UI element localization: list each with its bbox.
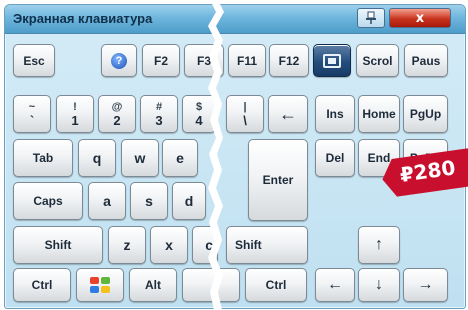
key-1[interactable]: ! 1 (56, 95, 94, 133)
key-a[interactable]: a (88, 182, 126, 220)
key-ctrl-left[interactable]: Ctrl (13, 268, 71, 302)
key-caps-lock[interactable]: Caps (13, 182, 83, 220)
screenshot-icon (323, 53, 341, 68)
key-esc[interactable]: Esc (13, 44, 55, 77)
key-home[interactable]: Home (358, 95, 400, 133)
key-backspace[interactable]: ← (268, 95, 308, 133)
key-3[interactable]: # 3 (140, 95, 178, 133)
key-ctrl-right[interactable]: Ctrl (245, 268, 307, 302)
key-c[interactable]: c (192, 226, 218, 264)
key-z[interactable]: z (108, 226, 146, 264)
key-x[interactable]: x (150, 226, 188, 264)
close-icon: x (415, 10, 425, 26)
key-2[interactable]: @ 2 (98, 95, 136, 133)
key-scroll-lock[interactable]: Scrol (356, 44, 399, 77)
title-bar[interactable]: Экранная клавиатура x (5, 5, 465, 34)
pin-icon (366, 11, 376, 24)
key-enter[interactable]: Enter (248, 139, 308, 221)
key-4-label: 4 (195, 113, 203, 128)
key-arrow-down[interactable]: ↓ (358, 268, 400, 302)
windows-logo-icon (89, 276, 111, 294)
key-4[interactable]: $ 4 (182, 95, 216, 133)
key-insert[interactable]: Ins (315, 95, 355, 133)
key-f2[interactable]: F2 (142, 44, 180, 77)
key-screenshot[interactable] (313, 44, 351, 77)
key-f12[interactable]: F12 (269, 44, 309, 77)
key-s[interactable]: s (130, 182, 168, 220)
key-arrow-right[interactable]: → (403, 268, 448, 302)
window-title: Экранная клавиатура (13, 11, 153, 26)
key-shift-right[interactable]: Shift (226, 226, 308, 264)
key-delete[interactable]: Del (315, 139, 355, 177)
key-q[interactable]: q (78, 139, 116, 177)
key-2-label: 2 (113, 113, 121, 128)
close-button[interactable]: x (389, 8, 451, 28)
key-pause[interactable]: Paus (404, 44, 448, 77)
key-shift-left[interactable]: Shift (13, 226, 103, 264)
key-f3[interactable]: F3 (184, 44, 224, 77)
key-w[interactable]: w (121, 139, 159, 177)
key-1-label: 1 (71, 113, 79, 128)
key-windows[interactable] (76, 268, 124, 302)
key-help[interactable]: ? (101, 44, 137, 77)
help-icon: ? (111, 52, 127, 69)
key-alt[interactable]: Alt (129, 268, 177, 302)
key-f11[interactable]: F11 (228, 44, 266, 77)
key-space[interactable] (182, 268, 240, 302)
key-backslash[interactable]: | \ (226, 95, 264, 133)
key-backtick[interactable]: ~ ` (13, 95, 51, 133)
key-page-up[interactable]: PgUp (403, 95, 448, 133)
key-3-label: 3 (155, 113, 163, 128)
key-backtick-label: ` (29, 113, 35, 128)
key-arrow-left[interactable]: ← (315, 268, 355, 302)
key-tab[interactable]: Tab (13, 139, 73, 177)
key-arrow-up[interactable]: ↑ (358, 226, 400, 264)
key-e[interactable]: e (162, 139, 198, 177)
pin-button[interactable] (357, 8, 385, 28)
key-d[interactable]: d (172, 182, 206, 220)
key-backslash-label: \ (243, 113, 247, 128)
